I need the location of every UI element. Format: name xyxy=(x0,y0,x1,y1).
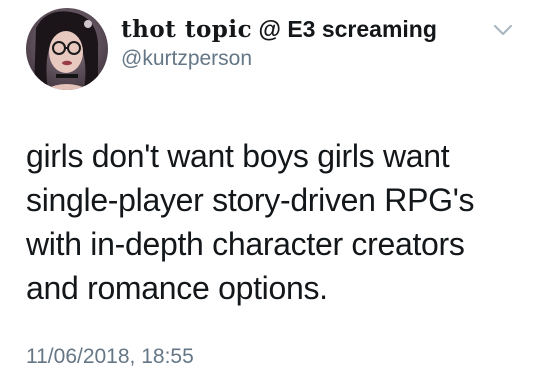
tweet-text: girls don't want boys girls want single-… xyxy=(26,134,526,310)
author-display-name[interactable]: thot topic @ E3 screaming xyxy=(121,14,437,45)
tweet-text-line: girls don't want boys girls want xyxy=(26,138,450,174)
tweet-text-line: with in-depth character creators xyxy=(26,226,465,262)
display-name-rest: @ E3 screaming xyxy=(252,16,437,42)
tweet-text-line: and romance options. xyxy=(26,270,328,306)
display-name-stylized: thot topic xyxy=(121,16,253,43)
tweet-card: thot topic @ E3 screaming @kurtzperson g… xyxy=(0,0,540,387)
chevron-down-icon[interactable] xyxy=(492,22,514,38)
avatar[interactable] xyxy=(26,8,108,90)
tweet-timestamp[interactable]: 11/06/2018, 18:55 xyxy=(26,344,194,370)
tweet-text-line: single-player story-driven RPG's xyxy=(26,182,475,218)
avatar-image xyxy=(26,8,108,90)
author-handle[interactable]: @kurtzperson xyxy=(121,46,252,72)
